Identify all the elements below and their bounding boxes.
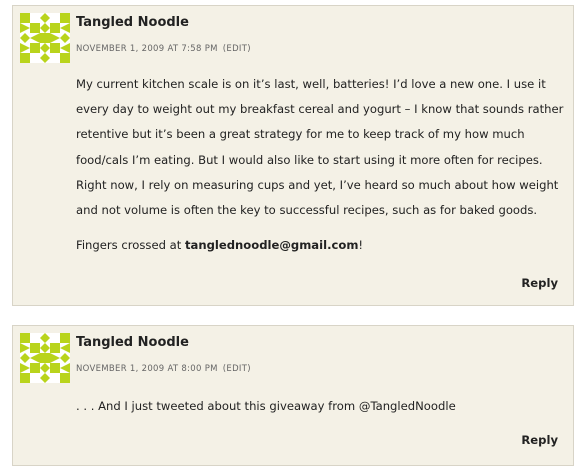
- comment-timestamp[interactable]: NOVEMBER 1, 2009 AT 8:00 PM: [76, 364, 218, 374]
- comment: Tangled Noodle NOVEMBER 1, 2009 AT 7:58 …: [12, 5, 574, 306]
- comment-timestamp[interactable]: NOVEMBER 1, 2009 AT 7:58 PM: [76, 44, 218, 54]
- closing-suffix: !: [358, 238, 364, 253]
- comment-body: My current kitchen scale is on it’s last…: [76, 72, 566, 258]
- closing-prefix: Fingers crossed at: [76, 238, 185, 253]
- comment-paragraph: . . . And I just tweeted about this give…: [76, 399, 456, 413]
- comment: Tangled Noodle NOVEMBER 1, 2009 AT 8:00 …: [12, 325, 574, 466]
- comment-paragraph: Fingers crossed at tanglednoodle@gmail.c…: [76, 233, 566, 258]
- email-text: tanglednoodle@gmail.com: [184, 238, 359, 253]
- comment-body: . . . And I just tweeted about this give…: [76, 394, 566, 419]
- edit-link[interactable]: (EDIT): [223, 364, 251, 374]
- comment-author[interactable]: Tangled Noodle: [76, 335, 189, 350]
- avatar[interactable]: [20, 333, 70, 383]
- comment-paragraph: My current kitchen scale is on it’s last…: [76, 77, 564, 218]
- edit-link[interactable]: (EDIT): [223, 44, 251, 54]
- comment-meta: NOVEMBER 1, 2009 AT 8:00 PM (EDIT): [76, 364, 251, 374]
- avatar[interactable]: [20, 13, 70, 63]
- comment-author[interactable]: Tangled Noodle: [76, 15, 189, 30]
- reply-link[interactable]: Reply: [521, 276, 558, 290]
- comment-meta: NOVEMBER 1, 2009 AT 7:58 PM (EDIT): [76, 44, 251, 54]
- reply-link[interactable]: Reply: [521, 433, 558, 447]
